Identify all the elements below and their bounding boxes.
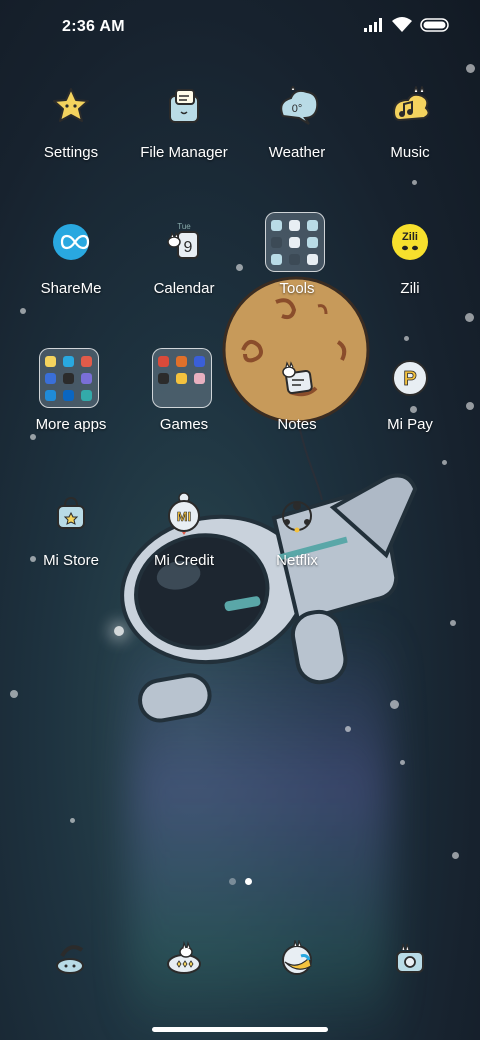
bomb-icon [282, 501, 312, 533]
note-icon [282, 361, 313, 395]
app-label: Mi Store [43, 552, 99, 569]
folder-tools[interactable]: Tools [237, 212, 357, 328]
app-settings[interactable]: Settings [11, 82, 131, 192]
folder-preview [39, 348, 99, 408]
battery-icon [420, 18, 449, 32]
app-label: More apps [35, 416, 107, 433]
app-mi-pay[interactable]: P Mi Pay [350, 354, 470, 464]
app-label: Zili [400, 280, 420, 297]
folder-preview [265, 212, 325, 272]
app-label: Mi Pay [387, 416, 433, 433]
app-calendar[interactable]: Tue 9 Calendar [124, 218, 244, 328]
app-label: Music [390, 144, 430, 161]
calendar-icon: Tue 9 [167, 222, 199, 259]
page-indicator [0, 878, 480, 885]
dock-camera[interactable] [386, 934, 434, 982]
svg-text:9: 9 [184, 239, 193, 256]
folder-preview [152, 348, 212, 408]
credit-icon: MI [168, 492, 200, 535]
app-notes[interactable]: Notes [237, 354, 357, 464]
app-weather[interactable]: 0° Weather [237, 82, 357, 192]
app-label: Notes [277, 416, 317, 433]
home-indicator-bar[interactable] [152, 1027, 328, 1032]
svg-text:Zili: Zili [402, 231, 418, 243]
page-dot[interactable] [228, 878, 236, 885]
app-mi-store[interactable]: Mi Store [11, 490, 131, 600]
dock-phone[interactable] [46, 934, 94, 982]
app-label: Tools [279, 280, 315, 297]
app-label: Settings [43, 144, 99, 161]
app-mi-credit[interactable]: MI Mi Credit [124, 490, 244, 600]
cloud-icon: 0° [280, 86, 319, 125]
camera-icon [396, 943, 424, 973]
signal-icon [364, 18, 382, 32]
payment-icon: P [392, 360, 428, 396]
folder-icon [169, 89, 199, 123]
browser-icon [282, 940, 312, 975]
infinity-icon [53, 224, 90, 260]
music-note-icon [392, 86, 430, 122]
messages-icon [167, 940, 201, 974]
folder-more-apps[interactable]: More apps [11, 348, 131, 464]
svg-text:Tue: Tue [177, 222, 191, 231]
app-label: File Manager [140, 144, 228, 161]
dock-messages[interactable] [160, 934, 208, 982]
app-label: Weather [268, 144, 326, 161]
phone-icon [56, 945, 84, 974]
dock [0, 934, 480, 982]
shopping-bag-icon [57, 496, 85, 529]
app-shareme[interactable]: ShareMe [11, 218, 131, 328]
zili-icon: Zili [392, 224, 428, 260]
svg-text:MI: MI [177, 509, 191, 524]
app-zili[interactable]: Zili Zili [350, 218, 470, 328]
svg-text:P: P [403, 368, 416, 390]
app-file-manager[interactable]: File Manager [124, 82, 244, 192]
app-label: Calendar [153, 280, 215, 297]
dock-browser[interactable] [273, 934, 321, 982]
status-bar: 2:36 AM [0, 0, 480, 56]
app-label: Netflix [276, 552, 318, 569]
wifi-icon [392, 17, 412, 32]
clock: 2:36 AM [62, 18, 125, 35]
app-label: ShareMe [40, 280, 102, 297]
app-netflix[interactable]: Netflix [237, 490, 357, 600]
app-label: Mi Credit [153, 552, 214, 569]
folder-games[interactable]: Games [124, 348, 244, 464]
page-dot-current[interactable] [244, 878, 252, 885]
star-icon [53, 88, 89, 122]
app-label: Games [159, 416, 209, 433]
svg-text:0°: 0° [292, 103, 303, 115]
app-music[interactable]: Music [350, 82, 470, 192]
